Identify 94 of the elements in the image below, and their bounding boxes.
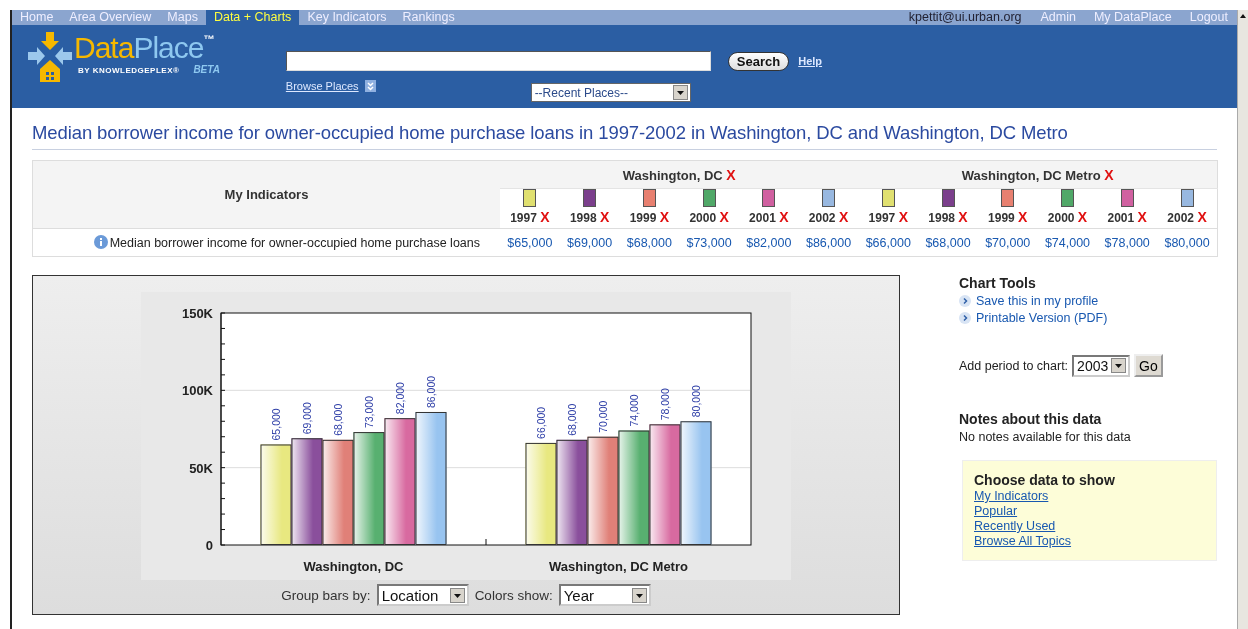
remove-icon[interactable]: X: [1104, 166, 1114, 183]
table-cell: $74,000: [1037, 228, 1098, 257]
indicator-name: Median borrower income for owner-occupied home purchase loans: [109, 236, 480, 250]
tool-link[interactable]: Printable Version (PDF): [976, 311, 1108, 325]
recent-places-dropdown[interactable]: --Recent Places--: [530, 83, 691, 102]
search-button[interactable]: Search: [727, 51, 790, 71]
data-label: 82,000: [394, 382, 406, 415]
year-header: 1999: [988, 211, 1015, 225]
group-bars-dropdown[interactable]: Location: [376, 584, 469, 606]
data-label: 86,000: [425, 375, 437, 408]
y-tick-label: 50K: [189, 460, 213, 476]
remove-icon[interactable]: X: [599, 209, 610, 225]
year-header: 2000: [1047, 211, 1075, 225]
table-header: My Indicators: [32, 160, 500, 229]
data-label: 66,000: [535, 406, 547, 439]
topic-link[interactable]: Browse All Topics: [974, 534, 1072, 548]
remove-icon[interactable]: X: [958, 209, 968, 225]
topic-link[interactable]: Popular: [974, 504, 1018, 518]
data-label: 80,000: [690, 385, 702, 418]
year-header: 1997: [868, 211, 896, 225]
period-dropdown[interactable]: 2003: [1072, 354, 1131, 377]
info-icon[interactable]: [93, 235, 108, 249]
colors-show-dropdown[interactable]: Year: [558, 584, 651, 606]
year-header: 1998: [569, 211, 597, 225]
notes-text: No notes available for this data: [959, 430, 1132, 444]
section-heading: Chart Tools: [959, 275, 1037, 291]
y-tick-label: 0: [205, 538, 213, 553]
logo-icon: [28, 32, 72, 84]
category-label: Washington, DC Metro: [549, 559, 688, 574]
beta-label: BETA: [193, 64, 220, 75]
section-heading: Choose data to show: [974, 472, 1116, 488]
y-tick-label: 150K: [181, 306, 213, 321]
y-tick-label: 100K: [181, 383, 213, 399]
year-header: 2001: [1107, 211, 1135, 225]
section-heading: Notes about this data: [959, 411, 1103, 427]
remove-icon[interactable]: X: [659, 209, 670, 225]
data-label: 73,000: [363, 395, 375, 429]
data-label: 65,000: [270, 408, 282, 441]
table-cell: $80,000: [1157, 228, 1218, 257]
table-cell: $70,000: [977, 228, 1038, 257]
expand-icon[interactable]: [364, 80, 376, 92]
location-header: Washington, DC Metro: [961, 167, 1101, 183]
remove-icon[interactable]: X: [719, 209, 729, 225]
page-title: Median borrower income for owner-occupied home purchase loans in 1997-2002 in Washington, DC and Washington, DC Metro: [32, 122, 1217, 150]
year-header: 2002: [1167, 211, 1195, 225]
remove-icon[interactable]: X: [838, 209, 849, 225]
table-cell: $68,000: [918, 228, 978, 257]
help-link[interactable]: Help: [798, 55, 823, 67]
bullet-icon: [959, 295, 971, 307]
remove-icon[interactable]: X: [779, 209, 789, 225]
year-header: 2000: [689, 211, 717, 225]
year-header: 2002: [808, 211, 836, 225]
browse-places-link[interactable]: Browse Places: [285, 80, 359, 92]
location-header: Washington, DC: [622, 167, 723, 183]
group-bars-label: Group bars by:: [281, 587, 371, 603]
remove-icon[interactable]: X: [1137, 209, 1147, 225]
table-cell: $86,000: [798, 228, 859, 257]
logo-byline: BY KNOWLEDGEPLEX®: [78, 66, 180, 75]
year-header: 1999: [629, 211, 657, 225]
topic-link[interactable]: My Indicators: [974, 489, 1049, 503]
scrollbar[interactable]: [1237, 10, 1248, 629]
logo-wordmark: DataPlace™: [74, 32, 215, 64]
search-field[interactable]: [285, 51, 711, 71]
remove-icon[interactable]: X: [726, 166, 736, 183]
data-label: 69,000: [301, 402, 313, 435]
category-label: Washington, DC: [303, 559, 404, 574]
go-button[interactable]: Go: [1134, 354, 1163, 377]
data-label: 68,000: [566, 403, 578, 436]
data-label: 70,000: [597, 400, 609, 433]
table-cell: $73,000: [679, 228, 739, 257]
data-label: 78,000: [659, 388, 671, 421]
table-cell: $66,000: [858, 228, 919, 257]
remove-icon[interactable]: X: [1018, 209, 1028, 225]
user-email: kpettit@ui.urban.org: [907, 10, 1023, 25]
data-label: 74,000: [628, 394, 640, 427]
nav-tab[interactable]: Data + Charts: [205, 10, 300, 25]
period-label: Add period to chart:: [959, 358, 1069, 373]
table-cell: $65,000: [500, 228, 560, 257]
year-header: 1998: [928, 211, 955, 225]
topic-link[interactable]: Recently Used: [974, 519, 1056, 533]
year-header: 2001: [749, 211, 776, 225]
tool-link[interactable]: Save this in my profile: [976, 294, 1099, 308]
remove-icon[interactable]: X: [898, 209, 908, 225]
colors-show-label: Colors show:: [474, 587, 553, 603]
data-label: 68,000: [332, 403, 344, 436]
table-cell: $69,000: [559, 228, 620, 257]
bullet-icon: [959, 312, 971, 324]
remove-icon[interactable]: X: [1197, 209, 1207, 225]
year-header: 1997: [510, 211, 537, 225]
table-cell: $68,000: [619, 228, 680, 257]
remove-icon[interactable]: X: [1077, 209, 1088, 225]
table-cell: $82,000: [738, 228, 799, 257]
table-cell: $78,000: [1097, 228, 1158, 257]
remove-icon[interactable]: X: [540, 209, 550, 225]
